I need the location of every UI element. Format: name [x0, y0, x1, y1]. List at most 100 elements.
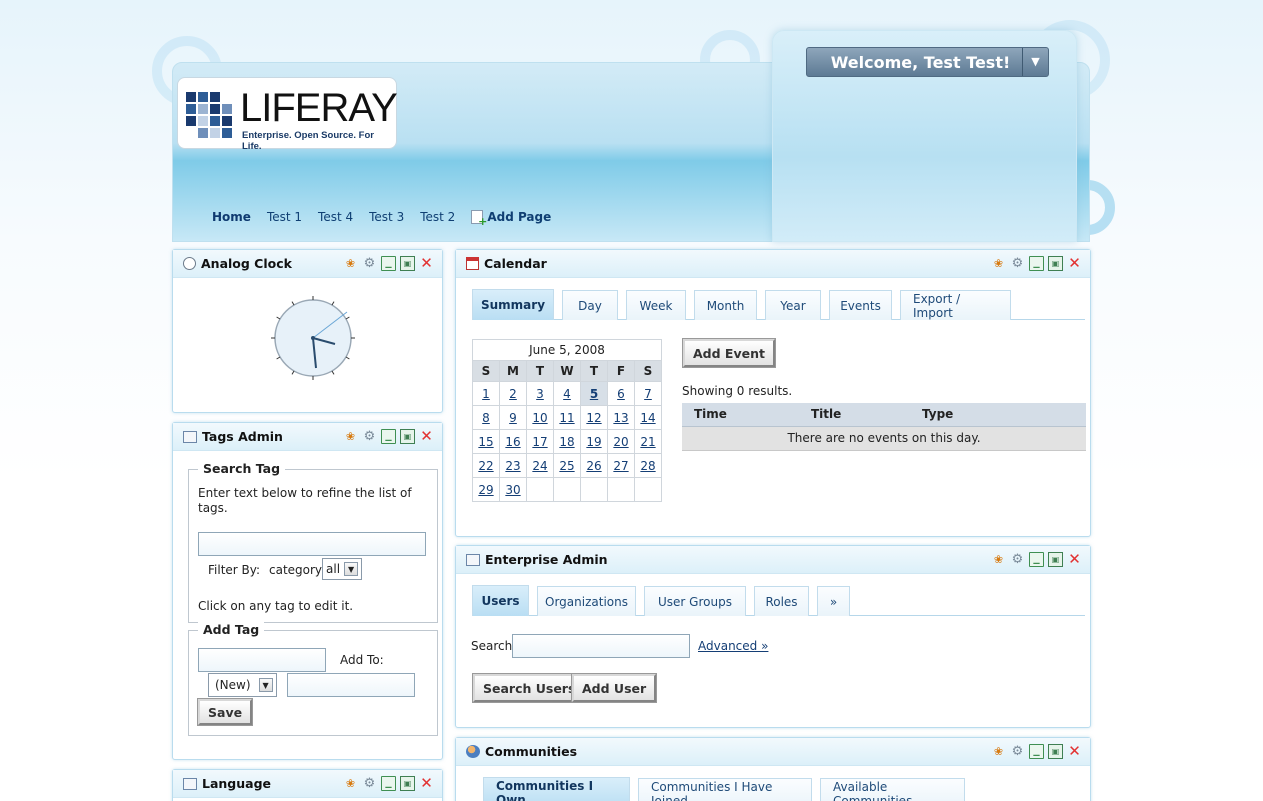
maximize-icon[interactable]: ▣ [1048, 256, 1063, 271]
look-and-feel-icon[interactable]: ❀ [343, 776, 358, 791]
tab-communities-joined[interactable]: Communities I Have Joined [638, 778, 812, 801]
calendar-day-link[interactable]: 20 [613, 435, 628, 449]
calendar-day-link[interactable]: 25 [559, 459, 574, 473]
configuration-icon[interactable]: ⚙ [362, 429, 377, 444]
close-icon[interactable]: ✕ [419, 256, 434, 271]
portlet-title-bar[interactable]: Analog Clock ❀ ⚙ ▁ ▣ ✕ [173, 250, 442, 278]
close-icon[interactable]: ✕ [419, 776, 434, 791]
calendar-day-link[interactable]: 17 [532, 435, 547, 449]
new-vocabulary-input[interactable] [287, 673, 415, 697]
calendar-day-link[interactable]: 13 [613, 411, 628, 425]
configuration-icon[interactable]: ⚙ [1010, 552, 1025, 567]
tab-roles[interactable]: Roles [754, 586, 809, 616]
portlet-title-bar[interactable]: Tags Admin ❀ ⚙ ▁ ▣ ✕ [173, 423, 442, 451]
tab-export-import[interactable]: Export / Import [900, 290, 1011, 320]
nav-test-4[interactable]: Test 4 [318, 210, 353, 224]
minimize-icon[interactable]: ▁ [1029, 744, 1044, 759]
tab-users[interactable]: Users [472, 585, 529, 616]
configuration-icon[interactable]: ⚙ [362, 256, 377, 271]
calendar-day-today[interactable]: 5 [590, 387, 598, 401]
calendar-day-link[interactable]: 8 [482, 411, 490, 425]
calendar-day-link[interactable]: 21 [640, 435, 655, 449]
tab-events[interactable]: Events [829, 290, 892, 320]
calendar-day-link[interactable]: 30 [505, 483, 520, 497]
minimize-icon[interactable]: ▁ [381, 776, 396, 791]
calendar-day-link[interactable]: 14 [640, 411, 655, 425]
filter-select[interactable]: all ▼ [322, 558, 362, 580]
close-icon[interactable]: ✕ [1067, 744, 1082, 759]
tab-organizations[interactable]: Organizations [537, 586, 636, 616]
advanced-search-link[interactable]: Advanced » [698, 639, 768, 653]
tab-year[interactable]: Year [765, 290, 821, 320]
save-button[interactable]: Save [196, 698, 254, 726]
calendar-day-link[interactable]: 23 [505, 459, 520, 473]
tab-week[interactable]: Week [626, 290, 686, 320]
look-and-feel-icon[interactable]: ❀ [991, 744, 1006, 759]
tab-communities-i-own[interactable]: Communities I Own [483, 777, 630, 801]
calendar-day-link[interactable]: 12 [586, 411, 601, 425]
configuration-icon[interactable]: ⚙ [362, 776, 377, 791]
calendar-day-link[interactable]: 7 [644, 387, 652, 401]
calendar-day-link[interactable]: 16 [505, 435, 520, 449]
look-and-feel-icon[interactable]: ❀ [991, 256, 1006, 271]
maximize-icon[interactable]: ▣ [400, 776, 415, 791]
calendar-day-link[interactable]: 4 [563, 387, 571, 401]
configuration-icon[interactable]: ⚙ [1010, 744, 1025, 759]
minimize-icon[interactable]: ▁ [1029, 256, 1044, 271]
calendar-day-link[interactable]: 29 [478, 483, 493, 497]
welcome-dock[interactable]: Welcome, Test Test! ▼ [806, 47, 1049, 77]
maximize-icon[interactable]: ▣ [1048, 552, 1063, 567]
add-to-select[interactable]: (New) ▼ [208, 673, 277, 697]
tab-month[interactable]: Month [694, 290, 757, 320]
portlet-title-bar[interactable]: Communities ❀ ⚙ ▁ ▣ ✕ [456, 738, 1090, 766]
calendar-day-link[interactable]: 24 [532, 459, 547, 473]
nav-test-3[interactable]: Test 3 [369, 210, 404, 224]
tab-more[interactable]: » [817, 586, 850, 616]
add-user-button[interactable]: Add User [570, 673, 658, 703]
calendar-day-link[interactable]: 3 [536, 387, 544, 401]
calendar-day-link[interactable]: 19 [586, 435, 601, 449]
tab-available-communities[interactable]: Available Communities [820, 778, 965, 801]
dock-arrow-icon[interactable]: ▼ [1022, 48, 1048, 76]
close-icon[interactable]: ✕ [1067, 256, 1082, 271]
minimize-icon[interactable]: ▁ [381, 429, 396, 444]
add-page-button[interactable]: Add Page [471, 210, 551, 228]
look-and-feel-icon[interactable]: ❀ [991, 552, 1006, 567]
calendar-day-link[interactable]: 9 [509, 411, 517, 425]
look-and-feel-icon[interactable]: ❀ [343, 429, 358, 444]
calendar-day-link[interactable]: 15 [478, 435, 493, 449]
calendar-day-link[interactable]: 2 [509, 387, 517, 401]
maximize-icon[interactable]: ▣ [400, 256, 415, 271]
tab-user-groups[interactable]: User Groups [644, 586, 746, 616]
calendar-day-link[interactable]: 26 [586, 459, 601, 473]
tag-search-input[interactable] [198, 532, 426, 556]
company-logo[interactable]: LIFERAY Enterprise. Open Source. For Lif… [177, 77, 398, 152]
close-icon[interactable]: ✕ [419, 429, 434, 444]
maximize-icon[interactable]: ▣ [1048, 744, 1063, 759]
minimize-icon[interactable]: ▁ [381, 256, 396, 271]
calendar-day-link[interactable]: 22 [478, 459, 493, 473]
maximize-icon[interactable]: ▣ [400, 429, 415, 444]
close-icon[interactable]: ✕ [1067, 552, 1082, 567]
search-users-button[interactable]: Search Users [471, 673, 587, 703]
calendar-day-link[interactable]: 28 [640, 459, 655, 473]
user-search-input[interactable] [512, 634, 690, 658]
new-tag-input[interactable] [198, 648, 326, 672]
calendar-day-link[interactable]: 10 [532, 411, 547, 425]
look-and-feel-icon[interactable]: ❀ [343, 256, 358, 271]
calendar-day-link[interactable]: 1 [482, 387, 490, 401]
portlet-title-bar[interactable]: Language ❀ ⚙ ▁ ▣ ✕ [173, 770, 442, 798]
portlet-title-bar[interactable]: Calendar ❀ ⚙ ▁ ▣ ✕ [456, 250, 1090, 278]
nav-home[interactable]: Home [212, 210, 251, 224]
portlet-title-bar[interactable]: Enterprise Admin ❀ ⚙ ▁ ▣ ✕ [456, 546, 1090, 574]
tab-summary[interactable]: Summary [472, 289, 554, 320]
nav-test-2[interactable]: Test 2 [420, 210, 455, 224]
nav-test-1[interactable]: Test 1 [267, 210, 302, 224]
calendar-day-link[interactable]: 11 [559, 411, 574, 425]
calendar-day-link[interactable]: 6 [617, 387, 625, 401]
configuration-icon[interactable]: ⚙ [1010, 256, 1025, 271]
calendar-day-link[interactable]: 27 [613, 459, 628, 473]
calendar-day-link[interactable]: 18 [559, 435, 574, 449]
tab-day[interactable]: Day [562, 290, 618, 320]
minimize-icon[interactable]: ▁ [1029, 552, 1044, 567]
